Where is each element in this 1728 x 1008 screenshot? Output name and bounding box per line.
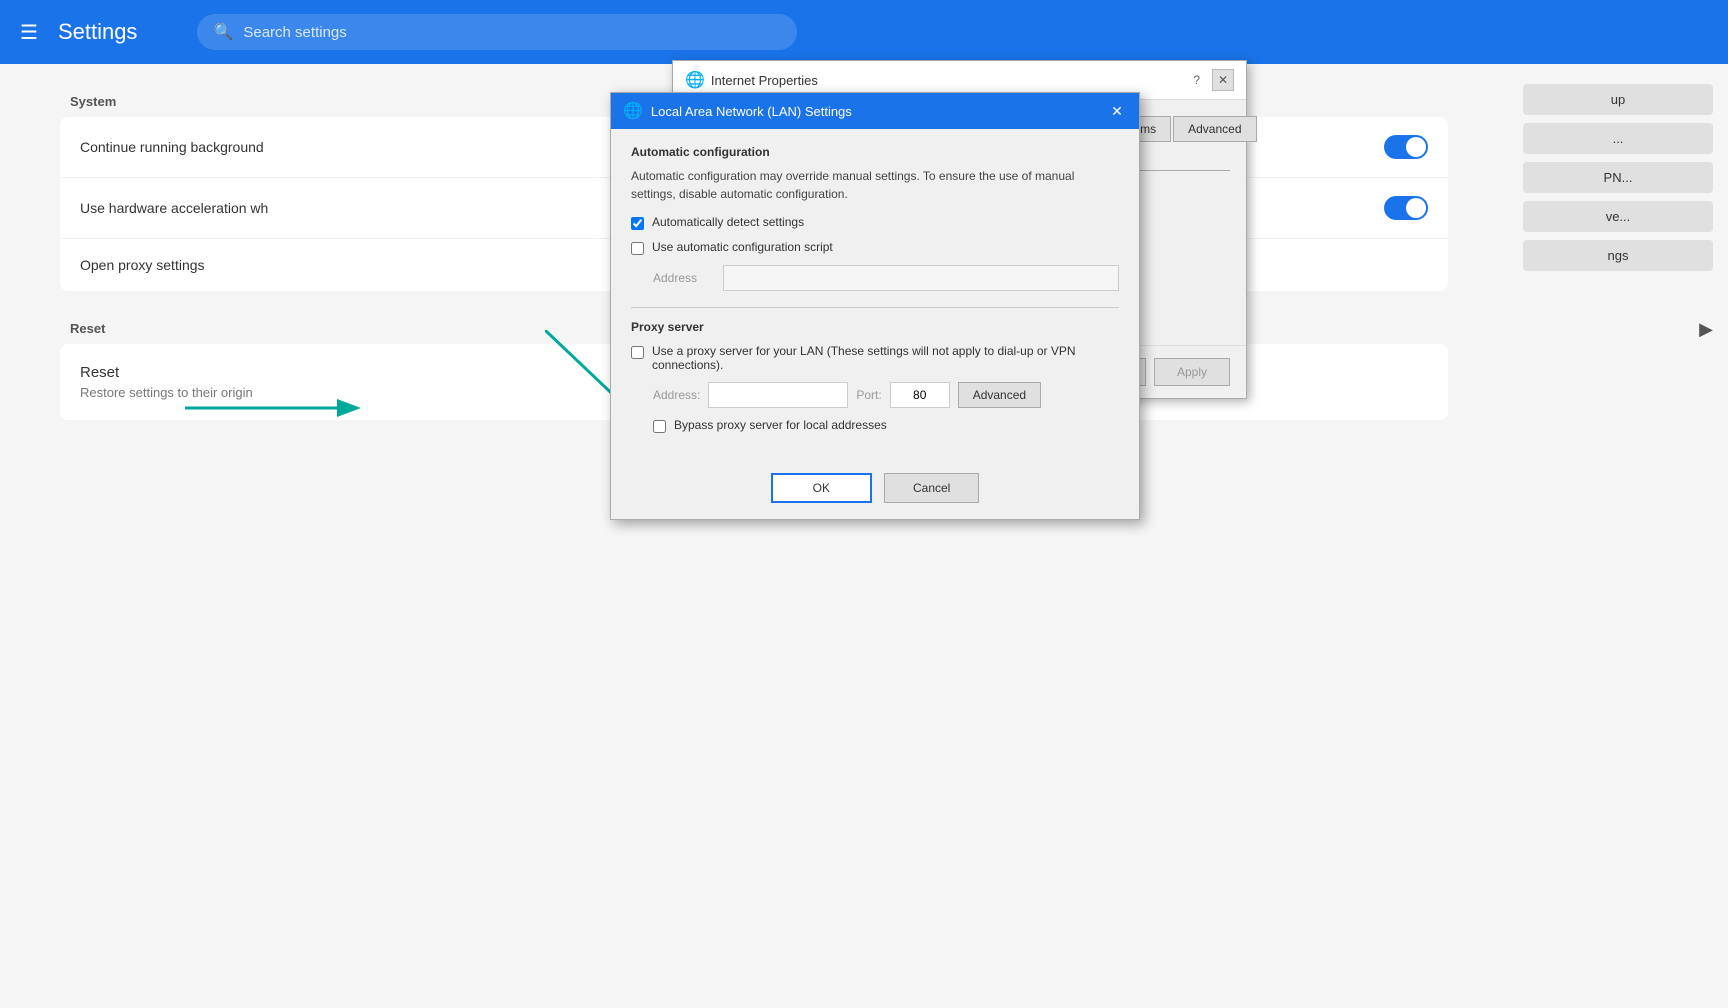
auto-detect-checkbox[interactable] xyxy=(631,217,644,230)
right-btn-1[interactable]: up xyxy=(1523,84,1713,115)
close-win-btn[interactable]: ✕ xyxy=(1212,69,1234,91)
proxy-port-label: Port: xyxy=(856,388,881,402)
proxy-use-checkbox[interactable] xyxy=(631,346,644,359)
help-btn[interactable]: ? xyxy=(1185,69,1208,91)
hardware-toggle[interactable] xyxy=(1384,196,1428,220)
search-bar[interactable]: 🔍 Search settings xyxy=(197,14,797,50)
lan-dialog-close-btn[interactable]: ✕ xyxy=(1107,101,1127,121)
lan-settings-dialog: 🌐 Local Area Network (LAN) Settings ✕ Au… xyxy=(610,92,1140,520)
ie-icon: 🌐 xyxy=(685,70,705,90)
auto-detect-row: Automatically detect settings xyxy=(631,215,1119,230)
proxy-text: Open proxy settings xyxy=(80,257,205,273)
auto-config-desc: Automatic configuration may override man… xyxy=(631,167,1119,203)
right-btn-5[interactable]: ngs xyxy=(1523,240,1713,271)
auto-script-label: Use automatic configuration script xyxy=(652,240,833,254)
right-btn-2[interactable]: ... xyxy=(1523,123,1713,154)
bypass-label: Bypass proxy server for local addresses xyxy=(674,418,887,432)
lan-titlebar-left: 🌐 Local Area Network (LAN) Settings xyxy=(623,101,852,121)
expand-icon[interactable]: ▶ xyxy=(1699,319,1713,340)
divider xyxy=(631,307,1119,308)
lan-dialog-title-text: Local Area Network (LAN) Settings xyxy=(651,104,852,119)
search-placeholder: Search settings xyxy=(243,24,346,41)
proxy-section-title: Proxy server xyxy=(631,320,1119,334)
right-btn-3[interactable]: PN... xyxy=(1523,162,1713,193)
right-btn-4[interactable]: ve... xyxy=(1523,201,1713,232)
titlebar-left: 🌐 Internet Properties xyxy=(685,70,818,90)
auto-script-row: Use automatic configuration script xyxy=(631,240,1119,255)
address-input[interactable] xyxy=(723,265,1119,291)
proxy-use-row: Use a proxy server for your LAN (These s… xyxy=(631,344,1119,372)
auto-config-title: Automatic configuration xyxy=(631,145,1119,159)
tab-advanced[interactable]: Advanced xyxy=(1173,116,1256,142)
lan-cancel-btn[interactable]: Cancel xyxy=(884,473,979,503)
settings-header: ☰ Settings 🔍 Search settings xyxy=(0,0,1728,64)
bypass-row: Bypass proxy server for local addresses xyxy=(653,418,1119,433)
lan-dialog-body: Automatic configuration Automatic config… xyxy=(611,129,1139,459)
window-controls: ? ✕ xyxy=(1185,69,1234,91)
bypass-checkbox[interactable] xyxy=(653,420,666,433)
settings-title: Settings xyxy=(58,19,138,45)
advanced-btn[interactable]: Advanced xyxy=(958,382,1041,408)
proxy-address-row: Address: Port: Advanced xyxy=(653,382,1119,408)
background-toggle[interactable] xyxy=(1384,135,1428,159)
address-label: Address xyxy=(653,271,713,285)
search-icon: 🔍 xyxy=(213,22,233,42)
lan-dialog-buttons: OK Cancel xyxy=(611,459,1139,519)
left-arrow xyxy=(185,388,385,428)
auto-detect-label: Automatically detect settings xyxy=(652,215,804,229)
proxy-port-input[interactable] xyxy=(890,382,950,408)
ip-apply-btn[interactable]: Apply xyxy=(1154,358,1230,386)
hardware-text: Use hardware acceleration wh xyxy=(80,200,268,216)
background-text: Continue running background xyxy=(80,139,264,155)
menu-icon[interactable]: ☰ xyxy=(20,20,38,45)
auto-script-checkbox[interactable] xyxy=(631,242,644,255)
lan-dialog-titlebar: 🌐 Local Area Network (LAN) Settings ✕ xyxy=(611,93,1139,129)
proxy-address-label: Address: xyxy=(653,388,700,402)
address-row: Address xyxy=(653,265,1119,291)
lan-dialog-icon: 🌐 xyxy=(623,101,643,121)
proxy-use-label: Use a proxy server for your LAN (These s… xyxy=(652,344,1119,372)
internet-properties-title: Internet Properties xyxy=(711,73,818,88)
proxy-address-input[interactable] xyxy=(708,382,848,408)
settings-right-panel: up ... PN... ve... ngs ▶ xyxy=(1508,64,1728,1008)
lan-ok-btn[interactable]: OK xyxy=(771,473,872,503)
